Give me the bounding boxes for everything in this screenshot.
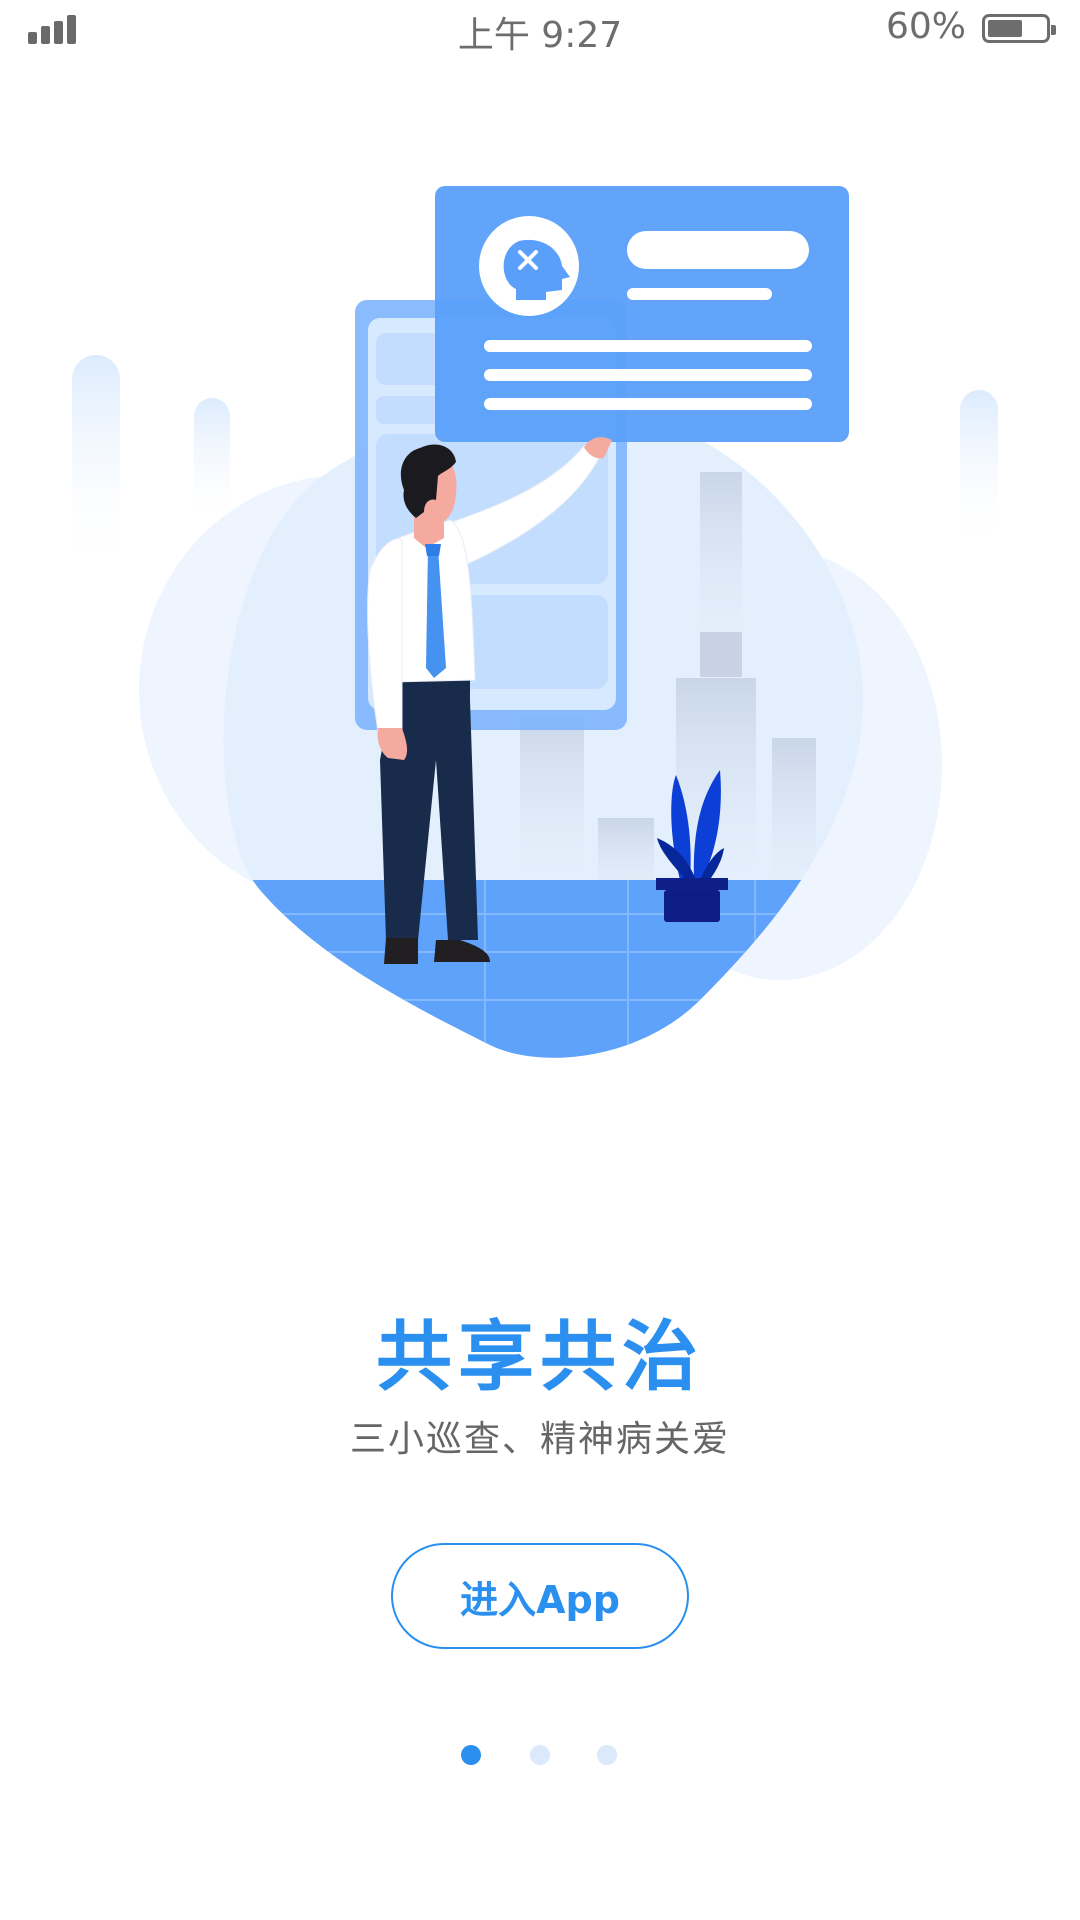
page-dot-1[interactable] (461, 1745, 481, 1765)
decor-pill (960, 390, 998, 550)
page-dot-3[interactable] (597, 1745, 617, 1765)
decor-pill (72, 355, 120, 575)
building (520, 715, 584, 875)
page-title: 共享共治 (376, 1312, 704, 1401)
page-subtitle: 三小巡查、精神病关爱 (349, 1419, 730, 1460)
building (700, 472, 742, 642)
building (700, 632, 742, 677)
onboarding-illustration (72, 186, 998, 1058)
decor-pill (194, 398, 230, 528)
enter-app-button[interactable]: 进入App (391, 1543, 689, 1649)
profile-card (435, 186, 849, 442)
pagination-dots (0, 1745, 1080, 1769)
page-dot-2[interactable] (530, 1745, 550, 1765)
building (772, 738, 816, 888)
